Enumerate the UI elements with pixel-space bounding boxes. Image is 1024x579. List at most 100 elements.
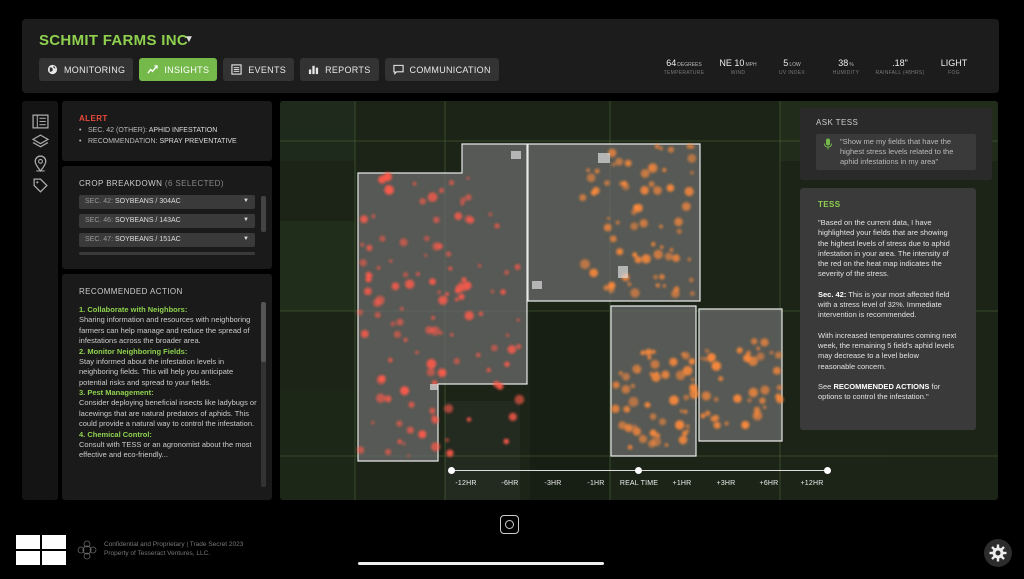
location-pin-icon[interactable] [32, 155, 49, 172]
tab-insights[interactable]: INSIGHTS [139, 58, 218, 81]
heat-spot [718, 376, 724, 382]
recommended-scroll-thumb[interactable] [261, 302, 266, 362]
heat-spot [396, 318, 404, 326]
farm-name[interactable]: SCHMIT FARMS INC [39, 32, 188, 49]
heat-spot [364, 287, 372, 296]
time-label[interactable]: +6HR [760, 480, 779, 487]
heat-spot [775, 351, 782, 359]
tess-paragraph-1: "Based on the current data, I have highl… [818, 218, 950, 279]
heat-spot [603, 223, 612, 232]
time-label[interactable]: REAL TIME [620, 480, 658, 487]
heat-spot [688, 358, 696, 365]
heat-spot [675, 420, 685, 430]
tab-monitoring[interactable]: MONITORING [39, 58, 134, 81]
heat-spot [516, 343, 522, 350]
uv-value: 5 [783, 58, 789, 68]
heat-spot [416, 272, 420, 276]
heat-spot [464, 215, 473, 224]
bar-chart-icon [308, 65, 319, 75]
heat-spot [454, 297, 459, 302]
crop-scrollbar[interactable] [261, 196, 266, 232]
time-label[interactable]: +3HR [717, 480, 736, 487]
temperature-unit: DEGREES [677, 62, 702, 68]
heat-spot [360, 242, 365, 247]
tag-icon[interactable] [32, 177, 49, 194]
camera-capture-button[interactable] [500, 515, 519, 534]
heat-spot [388, 357, 393, 363]
tab-events[interactable]: EVENTS [223, 58, 295, 81]
layers-icon[interactable] [32, 133, 49, 150]
farm-dropdown-icon[interactable]: ▼ [184, 34, 194, 45]
heat-spot [669, 248, 674, 252]
heat-spot [687, 257, 692, 262]
panel-list-icon[interactable] [32, 113, 49, 130]
rec-item-heading: 2. Monitor Neighboring Fields: [79, 346, 188, 356]
heat-spot [640, 350, 646, 356]
heat-spot [402, 442, 406, 446]
company-logo-icon [77, 540, 97, 560]
heat-spot [371, 214, 376, 219]
time-label[interactable]: -3HR [544, 480, 561, 487]
heat-spot [439, 188, 444, 194]
app-grid-icon[interactable] [16, 535, 66, 565]
heat-spot [776, 395, 784, 404]
heat-spot [759, 397, 766, 404]
crop-select-row[interactable]: SEC. 46: SOYBEANS / 143AC ▼ [79, 214, 255, 228]
tab-communication[interactable]: COMMUNICATION [384, 58, 499, 81]
time-label[interactable]: -12HR [455, 480, 476, 487]
heat-spot [399, 238, 408, 247]
heat-spot [356, 309, 364, 316]
wind-label: WIND [730, 70, 746, 76]
home-indicator[interactable] [358, 562, 604, 565]
time-slider-handle[interactable] [635, 467, 642, 474]
time-label[interactable]: +1HR [673, 480, 692, 487]
heat-spot [486, 367, 491, 373]
heat-spot [360, 215, 368, 224]
weather-wind: NE 10MPH WIND [711, 58, 765, 76]
settings-button[interactable] [984, 539, 1012, 567]
heat-spot [433, 216, 440, 223]
heat-spot [385, 448, 392, 456]
heat-spot [400, 307, 404, 311]
chevron-down-icon: ▼ [243, 217, 249, 223]
ask-tess-query-text: "Show me my fields that have the highest… [840, 137, 954, 166]
heat-spot [672, 254, 680, 262]
crop-title-text: CROP BREAKDOWN [79, 179, 163, 188]
time-label[interactable]: +12HR [801, 480, 824, 487]
heat-spot [589, 268, 598, 278]
ask-tess-query[interactable]: "Show me my fields that have the highest… [816, 134, 976, 170]
tab-reports[interactable]: REPORTS [300, 58, 379, 81]
heat-spot [431, 316, 435, 320]
heat-spot [673, 286, 680, 292]
time-slider-start-dot[interactable] [448, 467, 455, 474]
crop-select-row[interactable]: SEC. 42: SOYBEANS / 304AC ▼ [79, 195, 255, 209]
recommended-scrollbar[interactable] [261, 302, 266, 487]
heat-spot [379, 235, 386, 242]
crop-select-row[interactable]: SEC. 47: SOYBEANS / 151AC ▼ [79, 233, 255, 247]
field-sec-46[interactable] [527, 143, 701, 302]
heat-spot [507, 345, 517, 354]
time-label[interactable]: -1HR [587, 480, 604, 487]
heat-spot [632, 252, 638, 258]
microphone-icon[interactable] [823, 138, 833, 150]
crop-select-row-partial[interactable] [79, 252, 255, 255]
heat-spot [431, 442, 441, 452]
heat-spot [500, 289, 506, 295]
heat-spot [616, 248, 624, 256]
heat-spot [690, 377, 695, 382]
heat-spot [649, 165, 653, 169]
time-slider[interactable]: -12HR -6HR -3HR -1HR REAL TIME +1HR +3HR… [448, 462, 832, 492]
heat-spot [760, 385, 770, 395]
heat-spot [464, 311, 474, 321]
time-slider-end-dot[interactable] [824, 467, 831, 474]
heat-spot [763, 405, 767, 409]
heat-spot [655, 283, 660, 288]
heat-spot [639, 219, 648, 228]
heat-spot [634, 256, 642, 264]
heat-spot [516, 318, 520, 322]
heat-spot [491, 344, 498, 352]
recommended-title: RECOMMENDED ACTION [79, 287, 183, 296]
heat-spot [431, 328, 435, 332]
time-label[interactable]: -6HR [501, 480, 518, 487]
heat-spot [772, 366, 781, 375]
